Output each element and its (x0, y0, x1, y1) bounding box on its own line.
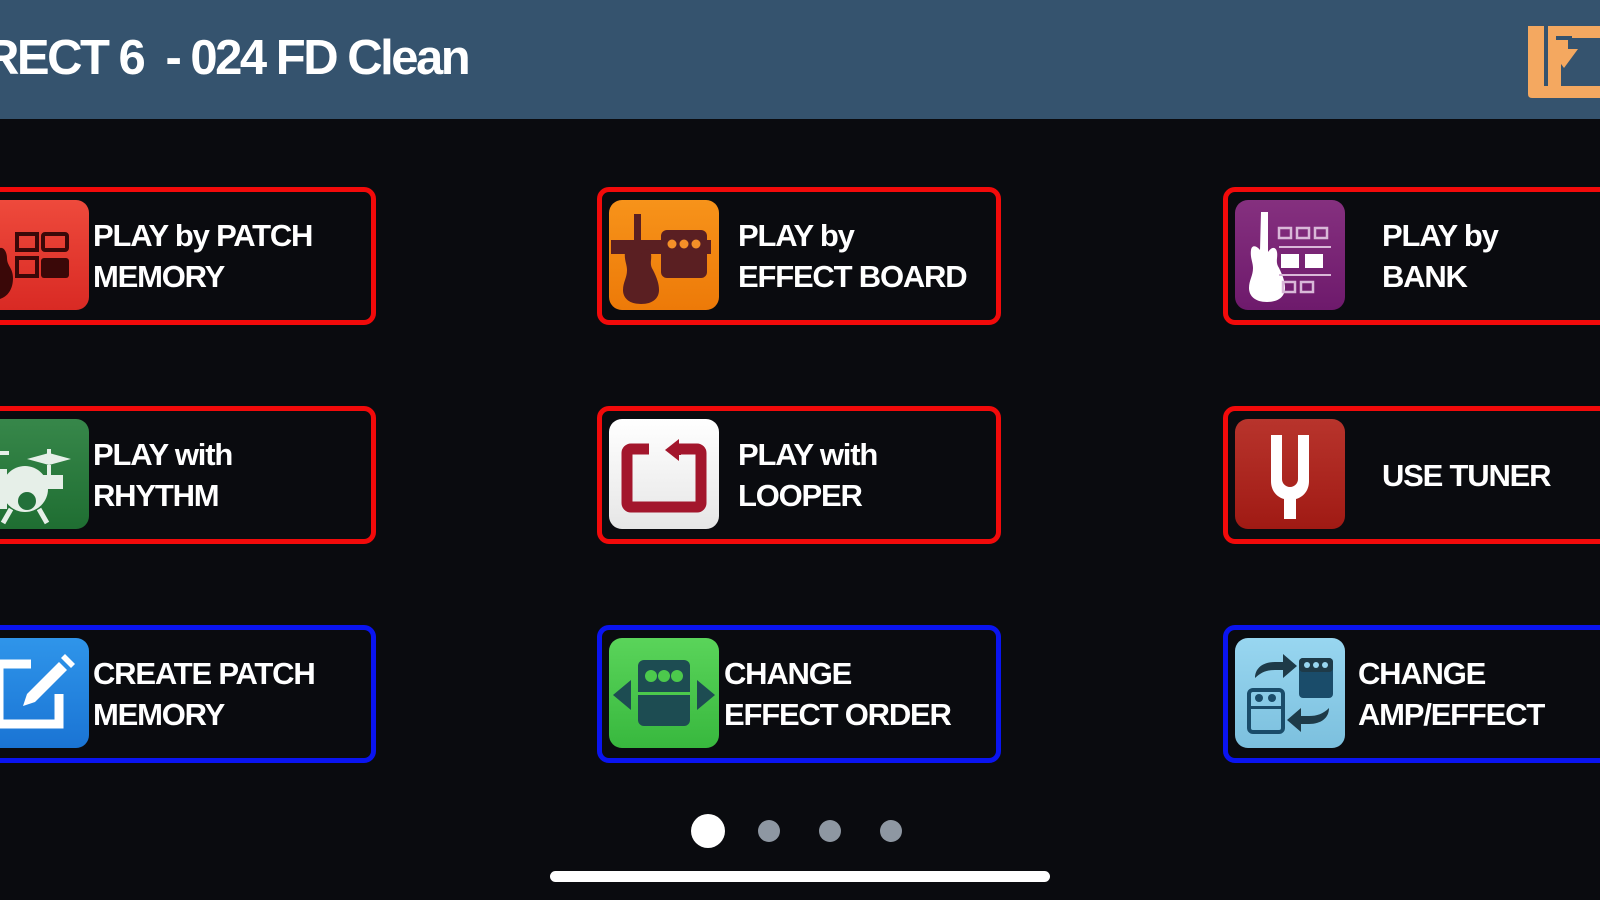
edit-pencil-icon (0, 638, 89, 748)
home-indicator[interactable] (550, 871, 1050, 882)
label-line-1: CREATE PATCH (93, 656, 316, 691)
label-line-2: MEMORY (93, 259, 225, 294)
tuning-fork-icon (1235, 419, 1345, 529)
label-line-2: RHYTHM (93, 478, 220, 513)
change-amp-effect-button[interactable]: CHANGE AMP/EFFECT (1223, 625, 1600, 763)
button-label: PLAY by PATCH MEMORY (93, 192, 313, 320)
button-label: CREATE PATCH MEMORY (93, 630, 316, 758)
play-with-looper-button[interactable]: PLAY with LOOPER (597, 406, 1001, 544)
label-line-1: CHANGE (1358, 656, 1486, 691)
use-tuner-button[interactable]: USE TUNER (1223, 406, 1600, 544)
play-by-patch-memory-button[interactable]: PLAY by PATCH MEMORY (0, 187, 376, 325)
button-label: USE TUNER (1382, 411, 1552, 539)
page-dot-4[interactable] (880, 820, 902, 842)
label-line-1: PLAY with (738, 437, 878, 472)
guitar-patch-icon (0, 200, 89, 310)
label-line-1: PLAY by (738, 218, 855, 253)
page-indicator[interactable] (0, 811, 1600, 851)
swap-pedals-icon (1235, 638, 1345, 748)
label-line-2: EFFECT ORDER (724, 697, 952, 732)
label-line-2: EFFECT BOARD (738, 259, 968, 294)
create-patch-memory-button[interactable]: CREATE PATCH MEMORY (0, 625, 376, 763)
label-line-1: PLAY by (1382, 218, 1499, 253)
header-bar: RECT 6 - 024 FD Clean (0, 0, 1600, 119)
guitar-pedal-icon (609, 200, 719, 310)
patch-title: RECT 6 - 024 FD Clean (0, 31, 471, 85)
page-dot-1[interactable] (691, 814, 725, 848)
button-label: PLAY by BANK (1382, 192, 1499, 320)
label-line-2: LOOPER (738, 478, 863, 513)
play-with-rhythm-button[interactable]: PLAY with RHYTHM (0, 406, 376, 544)
label-line-2: AMP/EFFECT (1358, 697, 1545, 732)
label-line-1: CHANGE (724, 656, 852, 691)
button-label: CHANGE EFFECT ORDER (724, 630, 952, 758)
label-line-2: BANK (1382, 259, 1468, 294)
label-line-1: PLAY by PATCH (93, 218, 313, 253)
page-dot-2[interactable] (758, 820, 780, 842)
effect-order-icon (609, 638, 719, 748)
label-line-1: PLAY with (93, 437, 233, 472)
button-label: PLAY with RHYTHM (93, 411, 233, 539)
change-effect-order-button[interactable]: CHANGE EFFECT ORDER (597, 625, 1001, 763)
button-label: PLAY by EFFECT BOARD (738, 192, 968, 320)
play-by-bank-button[interactable]: PLAY by BANK (1223, 187, 1600, 325)
loop-icon (609, 419, 719, 529)
page-dot-3[interactable] (819, 820, 841, 842)
button-label: PLAY with LOOPER (738, 411, 878, 539)
button-label: CHANGE AMP/EFFECT (1358, 630, 1545, 758)
guitar-bank-icon (1235, 200, 1345, 310)
label-line-2: MEMORY (93, 697, 225, 732)
play-by-effect-board-button[interactable]: PLAY by EFFECT BOARD (597, 187, 1001, 325)
exit-import-icon[interactable] (1528, 20, 1600, 98)
label-line-1: USE TUNER (1382, 457, 1552, 493)
drum-kit-icon (0, 419, 89, 529)
